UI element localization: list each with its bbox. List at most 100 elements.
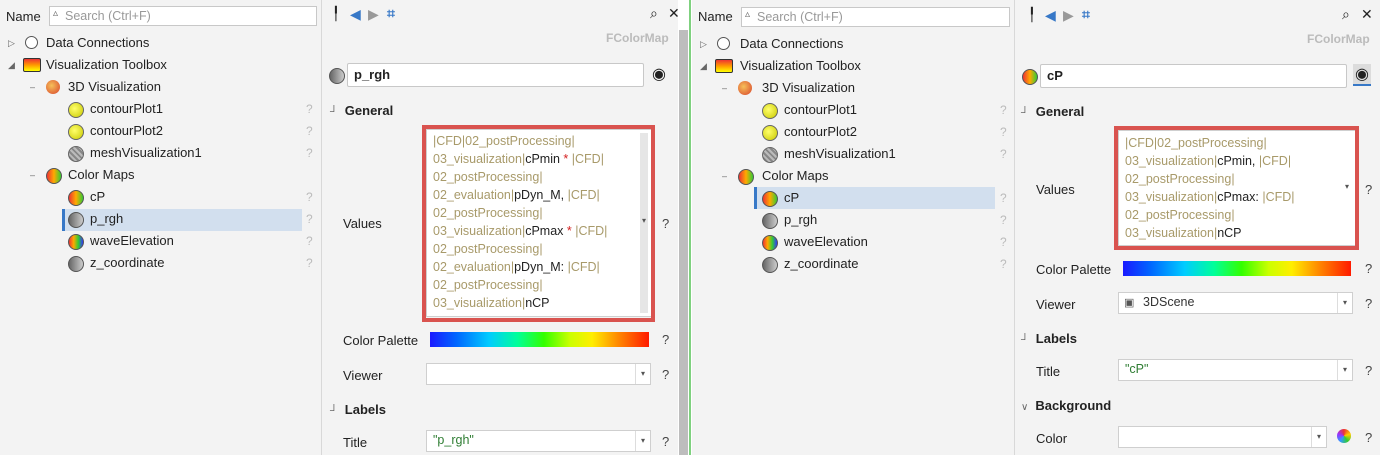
tree-item-visualization-toolbox[interactable]: ◢ Visualization Toolbox [692,55,1012,77]
help-icon[interactable]: ? [1365,430,1372,445]
title-label: Title [1036,364,1061,379]
monitor-icon [23,58,41,72]
chevron-down-icon[interactable]: ▾ [635,364,650,384]
color-palette-gradient[interactable] [430,332,649,347]
chevron-down-icon[interactable]: ▾ [1337,360,1352,380]
chevron-down-icon[interactable]: ▾ [635,431,650,451]
tree-item-meshvisualization1[interactable]: meshVisualization1 ? [692,143,1012,165]
tree-item-waveelevation[interactable]: waveElevation ? [0,230,320,252]
help-icon[interactable]: ? [662,434,669,449]
help-icon[interactable]: ? [1365,363,1372,378]
close-icon[interactable]: ✕ [1361,6,1373,23]
eye-icon[interactable]: ◉ [652,64,666,84]
tree-item-p-rgh[interactable]: p_rgh ? [0,208,320,230]
tree-item-meshvisualization1[interactable]: meshVisualization1 ? [0,142,320,164]
tree-item-contourplot2[interactable]: contourPlot2 ? [692,121,1012,143]
tree-name-header: Name [6,9,41,24]
chevron-down-icon[interactable]: ▾ [1311,427,1326,447]
contour-plot-icon [68,102,84,118]
sort-up-icon[interactable]: ▵ [745,9,750,20]
chevron-down-icon[interactable]: ▾ [1337,293,1352,313]
tree-item-waveelevation[interactable]: waveElevation ? [692,231,1012,253]
color-palette-gradient[interactable] [1123,261,1351,276]
monitor-icon [715,59,733,73]
viewer-select[interactable]: ▾ [426,363,651,385]
tree-search-input[interactable]: ▵ Search (Ctrl+F) [741,7,1010,27]
help-icon[interactable]: ? [662,367,669,382]
search-icon[interactable]: ⌕ [650,5,658,22]
forward-arrow-icon[interactable]: ▶ [1063,7,1074,24]
pin-icon[interactable]: ╿ [332,6,340,22]
tree-item-contourplot2[interactable]: contourPlot2 ? [0,120,320,142]
section-labels[interactable]: ┘ Labels [330,402,386,417]
search-icon[interactable]: ⌕ [1342,6,1350,23]
tree-item-data-connections[interactable]: ▷ Data Connections [692,33,1012,55]
3d-ellipse-icon [46,80,60,94]
eye-icon[interactable]: ◉ [1353,64,1371,86]
viewer-label: Viewer [1036,297,1076,312]
select-target-icon[interactable]: ⌗ [1082,6,1090,23]
background-color-select[interactable]: ▾ [1118,426,1327,448]
tree-item-cp[interactable]: cP ? [0,186,320,208]
title-select[interactable]: "p_rgh" ▾ [426,430,651,452]
pin-icon[interactable]: ╿ [1028,7,1036,23]
title-label: Title [343,435,368,450]
tree-search-input[interactable]: ▵ Search (Ctrl+F) [49,6,317,26]
right-tree-pane: Name ▵ Search (Ctrl+F) ▷ Data Connection… [692,0,1015,455]
colormap-icon [762,191,778,207]
section-background[interactable]: ∨ Background [1021,398,1111,413]
tree-item-z-coordinate[interactable]: z_coordinate ? [0,252,320,274]
tree-item-3d-visualization[interactable]: – 3D Visualization [0,76,320,98]
tree-item-contourplot1[interactable]: contourPlot1 ? [0,98,320,120]
colormap-icon [1022,69,1038,85]
contour-plot-icon [762,125,778,141]
object-name-field[interactable]: p_rgh [347,63,644,87]
play-circle-icon [25,36,38,49]
viewer-select[interactable]: ▣ 3DScene ▾ [1118,292,1353,314]
values-label: Values [1036,182,1075,197]
help-icon[interactable]: ? [662,332,669,347]
close-icon[interactable]: ✕ [668,5,678,22]
help-icon[interactable]: ? [1365,261,1372,276]
sort-up-icon[interactable]: ▵ [53,8,58,19]
section-general[interactable]: ┘ General [1021,104,1084,119]
tree-item-color-maps[interactable]: – Color Maps [692,165,1012,187]
select-target-icon[interactable]: ⌗ [387,5,395,22]
title-select[interactable]: "cP" ▾ [1118,359,1353,381]
pane-divider[interactable] [689,0,691,455]
tree-item-color-maps[interactable]: – Color Maps [0,164,320,186]
section-general[interactable]: ┘ General [330,103,393,118]
tree-item-z-coordinate[interactable]: z_coordinate ? [692,253,1012,275]
tree-item-cp[interactable]: cP ? [692,187,1012,209]
type-label: FColorMap [1307,32,1370,46]
contour-plot-icon [762,103,778,119]
object-name-field[interactable]: cP [1040,64,1347,88]
forward-arrow-icon[interactable]: ▶ [368,6,379,23]
colormap-icon [68,234,84,250]
back-arrow-icon[interactable]: ◀ [1045,7,1056,24]
help-icon[interactable]: ? [1365,296,1372,311]
colormap-gray-icon [329,68,345,84]
property-pane-scrollbar[interactable] [679,30,688,455]
section-labels[interactable]: ┘ Labels [1021,331,1077,346]
tree-item-visualization-toolbox[interactable]: ◢ Visualization Toolbox [0,54,320,76]
help-icon[interactable]: ? [1365,182,1372,197]
tree-item-data-connections[interactable]: ▷ Data Connections [0,32,320,54]
color-wheel-icon[interactable] [1337,429,1351,443]
tree-item-contourplot1[interactable]: contourPlot1 ? [692,99,1012,121]
colormap-gray-icon [68,212,84,228]
mesh-icon [68,146,84,162]
colormap-icon [68,190,84,206]
colormap-gray-icon [762,213,778,229]
tree-item-p-rgh[interactable]: p_rgh ? [692,209,1012,231]
colormap-icon [738,169,754,185]
colormap-gray-icon [762,257,778,273]
tree-name-header: Name [698,9,733,24]
tree-item-3d-visualization[interactable]: – 3D Visualization [692,77,1012,99]
highlight-box [1114,126,1359,250]
back-arrow-icon[interactable]: ◀ [350,6,361,23]
highlight-box [422,125,655,322]
mesh-icon [762,147,778,163]
values-label: Values [343,216,382,231]
help-icon[interactable]: ? [662,216,669,231]
